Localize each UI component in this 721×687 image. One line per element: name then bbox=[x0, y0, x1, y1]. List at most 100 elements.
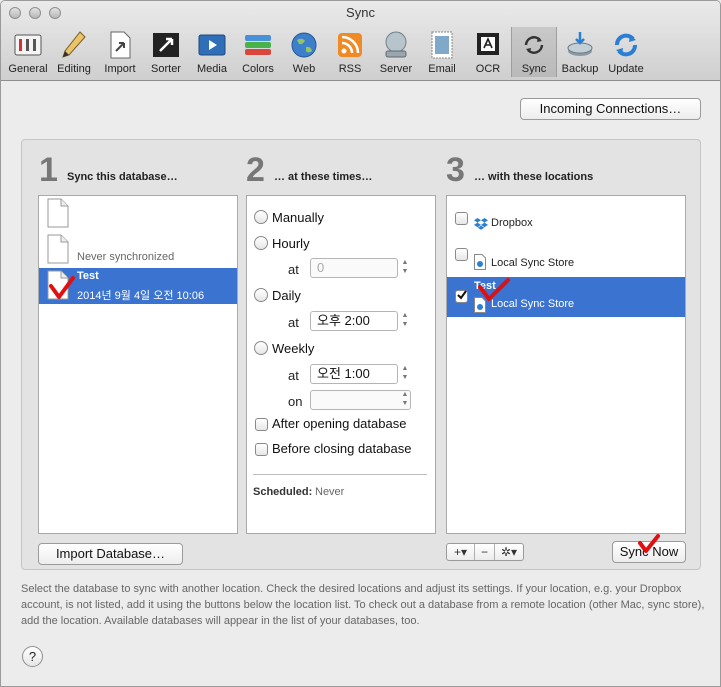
manually-radio[interactable] bbox=[254, 210, 268, 224]
step-3-title: … with these locations bbox=[474, 171, 594, 183]
sorter-icon bbox=[153, 33, 179, 57]
ocr-icon bbox=[477, 33, 499, 55]
database-row-selected[interactable]: Test 2014년 9월 4일 오전 10:06 bbox=[39, 268, 237, 304]
hourly-stepper[interactable]: ▲ ▼ bbox=[399, 258, 411, 278]
weekly-day-chevron-icon: ▲ ▼ bbox=[401, 391, 409, 407]
toolbar-label: Media bbox=[197, 63, 227, 75]
import-database-button[interactable]: Import Database… bbox=[38, 543, 183, 565]
toolbar-sync[interactable]: Sync bbox=[511, 27, 557, 77]
import-icon bbox=[110, 31, 131, 59]
location-label: Dropbox bbox=[491, 217, 533, 229]
step-3-number: 3 bbox=[446, 151, 465, 189]
toolbar-label: Update bbox=[608, 63, 644, 75]
toolbar-label: Sync bbox=[521, 63, 547, 75]
step-2-number: 2 bbox=[246, 151, 265, 189]
incoming-connections-button[interactable]: Incoming Connections… bbox=[520, 98, 701, 120]
toolbar-label: OCR bbox=[475, 63, 501, 75]
toolbar-label: Import bbox=[104, 63, 136, 75]
weekly-time-field[interactable]: 오전 1:00 bbox=[310, 364, 398, 384]
database-status: 2014년 9월 4일 오전 10:06 bbox=[77, 290, 205, 302]
toolbar-label: General bbox=[8, 63, 48, 75]
weekly-on-label: on bbox=[288, 394, 303, 409]
location-checkbox[interactable] bbox=[455, 212, 468, 225]
step-1-title: Sync this database… bbox=[67, 171, 178, 183]
location-label: Local Sync Store bbox=[491, 257, 575, 269]
window-title: Sync bbox=[346, 5, 375, 20]
daily-radio[interactable] bbox=[254, 288, 268, 302]
step-2-title: … at these times… bbox=[274, 171, 373, 183]
update-icon bbox=[615, 33, 637, 57]
toolbar-rss[interactable]: RSS bbox=[327, 27, 373, 77]
toolbar-email[interactable]: Email bbox=[419, 27, 465, 77]
sync-preferences-window: Sync General Editing Import Sorter Media bbox=[0, 0, 721, 687]
daily-time-stepper[interactable]: ▲ ▼ bbox=[399, 311, 411, 331]
toolbar-update[interactable]: Update bbox=[603, 27, 649, 77]
sync-icon bbox=[524, 36, 544, 54]
scheduled-label: Scheduled: bbox=[253, 486, 313, 498]
locations-list[interactable]: Dropbox Local Sync Store Test Local Sync… bbox=[446, 195, 686, 534]
checkmark-icon bbox=[457, 290, 467, 300]
weekly-time-stepper[interactable]: ▲ ▼ bbox=[399, 364, 411, 384]
after-opening-checkbox[interactable] bbox=[255, 418, 268, 431]
toolbar-label: Editing bbox=[57, 63, 91, 75]
hourly-at-label: at bbox=[288, 262, 299, 277]
weekly-at-label: at bbox=[288, 368, 299, 383]
server-icon bbox=[385, 31, 407, 58]
database-row[interactable] bbox=[39, 196, 237, 232]
scheduled-value: Never bbox=[315, 486, 345, 498]
toolbar-label: RSS bbox=[338, 63, 362, 75]
location-row-dropbox[interactable]: Dropbox bbox=[447, 198, 685, 238]
daily-time-field[interactable]: 오후 2:00 bbox=[310, 311, 398, 331]
divider bbox=[253, 474, 427, 475]
location-row-local-sync-store[interactable]: Local Sync Store bbox=[447, 238, 685, 278]
database-list[interactable]: Never synchronized Test 2014년 9월 4일 오전 1… bbox=[38, 195, 238, 534]
location-checkbox[interactable] bbox=[455, 248, 468, 261]
sync-settings-group: 1 Sync this database… Never synchronized… bbox=[21, 139, 701, 570]
weekly-radio[interactable] bbox=[254, 341, 268, 355]
toolbar-server[interactable]: Server bbox=[373, 27, 419, 77]
toolbar-media[interactable]: Media bbox=[189, 27, 235, 77]
after-opening-label: After opening database bbox=[272, 416, 407, 431]
weekly-day-select[interactable] bbox=[310, 390, 411, 410]
description-text: Select the database to sync with another… bbox=[21, 583, 705, 627]
pencil-icon bbox=[62, 31, 86, 58]
preferences-toolbar: General Editing Import Sorter Media Colo… bbox=[5, 27, 649, 77]
toolbar-general[interactable]: General bbox=[5, 27, 51, 77]
toolbar-import[interactable]: Import bbox=[97, 27, 143, 77]
remove-location-button[interactable]: − bbox=[475, 544, 495, 560]
database-row[interactable]: Never synchronized bbox=[39, 232, 237, 268]
toolbar-backup[interactable]: Backup bbox=[557, 27, 603, 77]
before-closing-label: Before closing database bbox=[272, 441, 412, 456]
toolbar-label: Colors bbox=[242, 63, 274, 75]
add-location-button[interactable]: +▾ bbox=[447, 544, 475, 560]
hourly-radio[interactable] bbox=[254, 236, 268, 250]
toolbar-ocr[interactable]: OCR bbox=[465, 27, 511, 77]
step-1-number: 1 bbox=[39, 151, 58, 189]
red-checkmark-annotation-icon bbox=[478, 278, 510, 301]
gear-menu-button[interactable]: ✲▾ bbox=[495, 544, 523, 560]
toolbar-editing[interactable]: Editing bbox=[51, 27, 97, 77]
document-icon bbox=[47, 234, 69, 264]
toolbar-web[interactable]: Web bbox=[281, 27, 327, 77]
toolbar-label: Email bbox=[428, 63, 456, 75]
toolbar-label: Web bbox=[292, 63, 316, 75]
manually-label: Manually bbox=[272, 210, 325, 225]
toolbar-colors[interactable]: Colors bbox=[235, 27, 281, 77]
toolbar-label: Sorter bbox=[151, 63, 181, 75]
dropbox-icon bbox=[474, 218, 488, 230]
globe-icon bbox=[291, 32, 317, 58]
hourly-label: Hourly bbox=[272, 236, 310, 251]
before-closing-checkbox[interactable] bbox=[255, 443, 268, 456]
toolbar-label: Server bbox=[379, 63, 413, 75]
colors-icon bbox=[245, 35, 271, 55]
help-button[interactable]: ? bbox=[22, 646, 43, 667]
location-row-test-local-sync-store[interactable]: Test Local Sync Store bbox=[447, 277, 685, 317]
location-actions-segmented-control: +▾ − ✲▾ bbox=[446, 543, 524, 561]
red-checkmark-annotation-icon bbox=[49, 276, 75, 299]
red-checkmark-annotation-icon bbox=[638, 534, 660, 553]
toolbar-label: Backup bbox=[561, 63, 599, 75]
weekly-label: Weekly bbox=[272, 341, 315, 356]
hourly-minute-field[interactable]: 0 bbox=[310, 258, 398, 278]
schedule-panel: Manually Hourly at 0 ▲ ▼ Daily at 오후 2:00… bbox=[246, 195, 436, 534]
toolbar-sorter[interactable]: Sorter bbox=[143, 27, 189, 77]
